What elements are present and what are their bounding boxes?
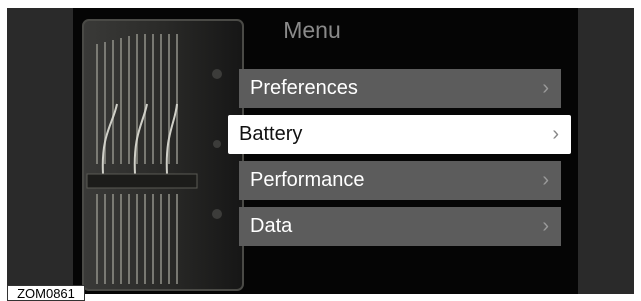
display-screen: Menu Preferences › Battery › Performance… — [7, 8, 634, 294]
screen-right-margin — [578, 8, 634, 294]
menu-item-preferences[interactable]: Preferences › — [239, 69, 561, 108]
chevron-right-icon: › — [542, 169, 549, 191]
menu-item-label: Performance — [250, 169, 365, 191]
menu-item-label: Preferences — [250, 77, 358, 99]
menu-title: Menu — [283, 17, 341, 43]
menu-item-performance[interactable]: Performance › — [239, 161, 561, 200]
screen-left-margin — [7, 8, 73, 294]
figure-code-label: ZOM0861 — [7, 285, 85, 301]
menu-item-battery[interactable]: Battery › — [228, 115, 571, 154]
chevron-right-icon: › — [552, 123, 559, 145]
chevron-right-icon: › — [542, 77, 549, 99]
menu-item-label: Battery — [239, 123, 303, 145]
menu-item-label: Data — [250, 215, 293, 237]
chevron-right-icon: › — [542, 215, 549, 237]
menu-item-data[interactable]: Data › — [239, 207, 561, 246]
battery-pack-image — [82, 19, 244, 291]
